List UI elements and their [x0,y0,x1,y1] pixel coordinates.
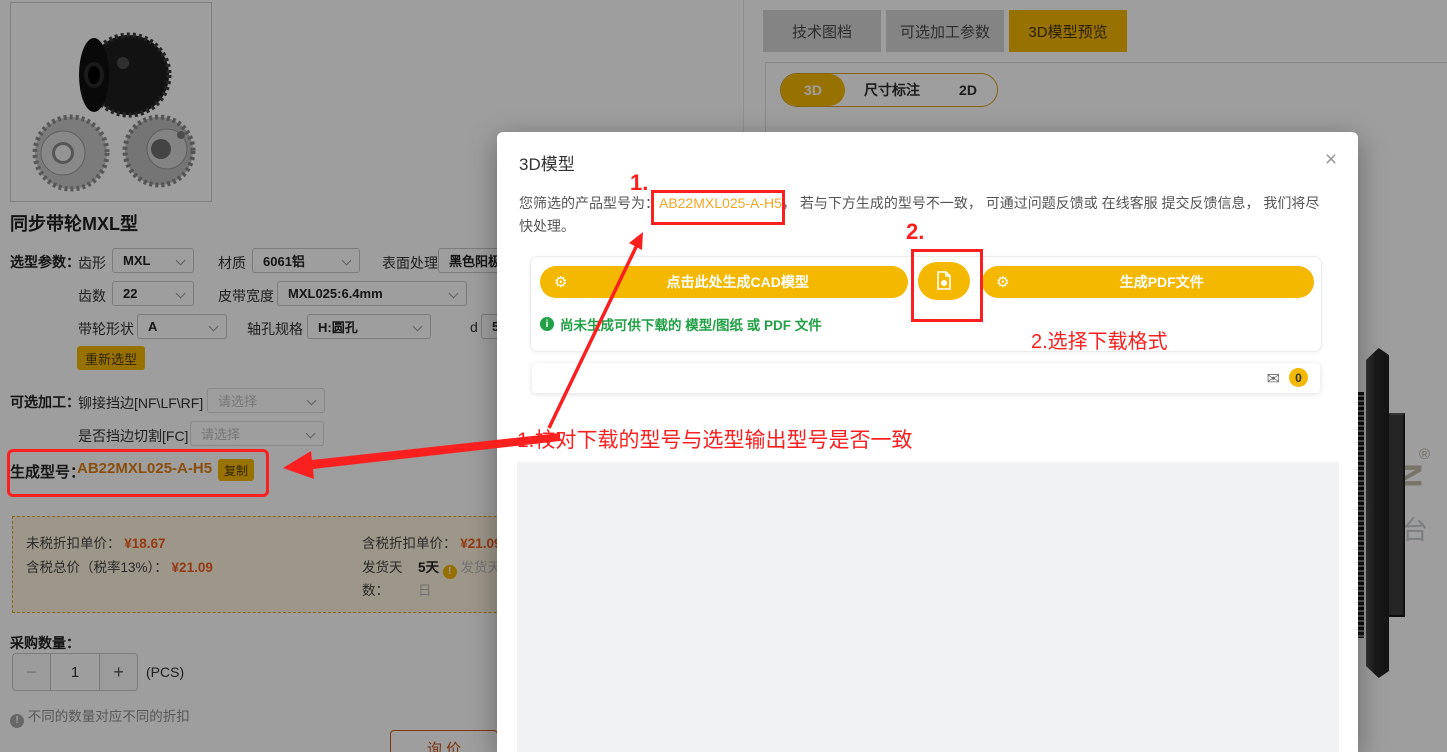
generate-cad-label: 点击此处生成CAD模型 [567,272,908,292]
message-count-badge: 0 [1289,368,1308,387]
dialog-title: 3D模型 [519,150,575,175]
annotation-box-modal-model-number [651,190,785,225]
gear-icon: ⚙ [554,273,567,291]
annotation-box-generated-model [7,449,269,497]
generate-pdf-label: 生成PDF文件 [1009,272,1314,292]
annotation-box-download-format [911,249,983,322]
annotation-step2-text: 2.选择下载格式 [1031,325,1168,354]
message-bar[interactable]: ✉ 0 [532,363,1320,393]
dialog-intro-text: 您筛选的产品型号为：AB22MXL025-A-H5， 若与下方生成的型号不一致，… [519,192,1331,238]
generate-pdf-button[interactable]: ⚙ 生成PDF文件 [982,266,1314,298]
no-files-note-text: 尚未生成可供下载的 模型/图纸 或 PDF 文件 [560,314,822,334]
app-window: 同步带轮MXL型 选型参数： 齿形 MXL 材质 6061铝 表面处理 黑色阳极… [0,0,1447,752]
close-icon[interactable]: × [1319,148,1343,172]
annotation-step2-number: 2. [906,219,924,245]
model-viewer-area[interactable] [517,462,1339,752]
annotation-step1-number: 1. [630,170,648,196]
gears-icon: ⚙ [996,273,1009,291]
envelope-icon: ✉ [1267,369,1280,389]
annotation-step1-text: 1.校对下载的型号与选型输出型号是否一致 [517,424,913,454]
intro-prefix: 您筛选的产品型号为： [519,195,659,211]
no-files-note: i 尚未生成可供下载的 模型/图纸 或 PDF 文件 [540,314,822,334]
info-icon: i [540,317,554,331]
generate-cad-button[interactable]: ⚙ 点击此处生成CAD模型 [540,266,908,298]
